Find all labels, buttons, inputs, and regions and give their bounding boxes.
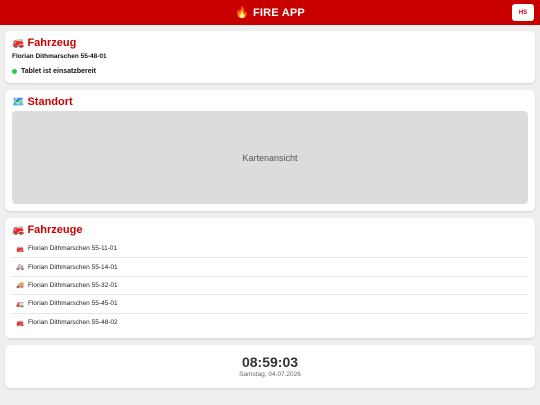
clock-date: Samstag, 04.07.2026	[239, 371, 301, 378]
map-placeholder-text: Kartenansicht	[242, 152, 298, 163]
status-dot-icon	[12, 69, 17, 74]
lorry-icon: 🚛	[16, 300, 25, 308]
current-vehicle-name: Florian Dithmarschen 55-48-01	[12, 53, 107, 60]
fleet-item-label: Florian Dithmarschen 55-11-01	[28, 245, 118, 253]
fleet-list-item[interactable]: 🚑 Florian Dithmarschen 55-14-01	[12, 258, 528, 277]
fleet-list-item[interactable]: 🚛 Florian Dithmarschen 55-45-01	[12, 295, 528, 314]
location-card-title: 🗺️ Standort	[12, 96, 73, 108]
vehicle-card: 🚒 Fahrzeug Florian Dithmarschen 55-48-01…	[5, 31, 535, 83]
map-view[interactable]: Kartenansicht	[12, 111, 528, 204]
location-card: 🗺️ Standort Kartenansicht	[5, 90, 535, 211]
fire-truck-icon: 🚒	[16, 319, 25, 327]
vehicle-card-title: 🚒 Fahrzeug	[12, 37, 76, 49]
fleet-list-item[interactable]: 🚚 Florian Dithmarschen 55-32-01	[12, 277, 528, 296]
fleet-card-title: 🚒 Fahrzeuge	[12, 224, 82, 236]
clock-card: 08:59:03 Samstag, 04.07.2026	[5, 345, 535, 388]
fleet-list: 🚒 Florian Dithmarschen 55-11-01 🚑 Floria…	[12, 240, 528, 332]
flame-icon: 🔥	[235, 7, 249, 19]
fleet-list-item[interactable]: 🚒 Florian Dithmarschen 55-11-01	[12, 240, 528, 259]
status-indicator: Tablet ist einsatzbereit	[12, 68, 96, 75]
fire-truck-icon: 🚒	[16, 245, 25, 253]
fleet-item-label: Florian Dithmarschen 55-14-01	[28, 263, 118, 271]
fleet-card: 🚒 Fahrzeuge 🚒 Florian Dithmarschen 55-11…	[5, 218, 535, 338]
location-card-title-label: Standort	[27, 96, 73, 108]
fleet-card-title-label: Fahrzeuge	[27, 224, 83, 236]
ambulance-icon: 🚑	[16, 264, 25, 272]
fire-truck-icon: 🚒	[12, 224, 25, 236]
top-bar: 🔥 FIRE APP HS	[0, 0, 540, 25]
fleet-item-label: Florian Dithmarschen 55-45-01	[28, 300, 118, 308]
map-icon: 🗺️	[12, 96, 25, 108]
vehicle-card-title-label: Fahrzeug	[27, 37, 77, 49]
status-text: Tablet ist einsatzbereit	[21, 68, 96, 75]
fleet-item-label: Florian Dithmarschen 55-48-02	[28, 319, 118, 327]
fire-truck-icon: 🚒	[12, 37, 25, 49]
app-title: 🔥 FIRE APP	[235, 6, 305, 20]
user-avatar-button[interactable]: HS	[512, 4, 534, 21]
fleet-list-item[interactable]: 🚒 Florian Dithmarschen 55-48-02	[12, 314, 528, 332]
fleet-item-label: Florian Dithmarschen 55-32-01	[28, 281, 118, 289]
app-title-label: FIRE APP	[252, 6, 305, 19]
clock-time: 08:59:03	[241, 354, 299, 370]
delivery-truck-icon: 🚚	[16, 282, 25, 290]
